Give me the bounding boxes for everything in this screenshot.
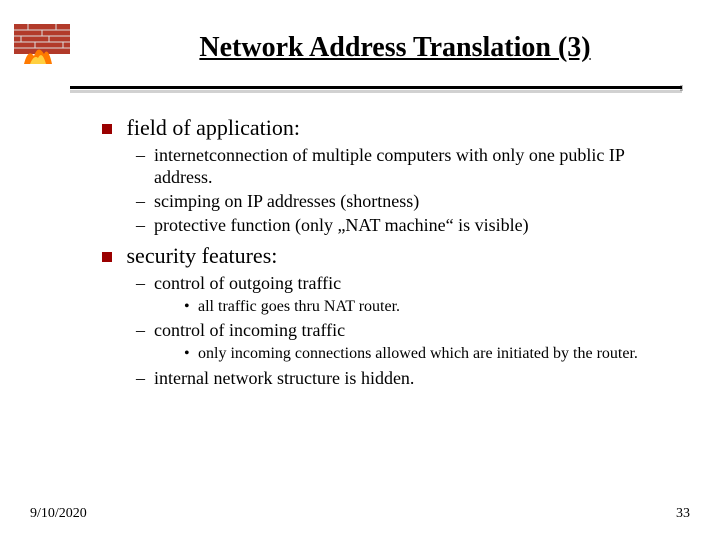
slide-body: field of application: internetconnection… bbox=[102, 115, 648, 390]
bullet-application: field of application: internetconnection… bbox=[102, 115, 648, 237]
slide: Network Address Translation (3) field of… bbox=[0, 0, 720, 540]
firewall-icon bbox=[14, 24, 70, 68]
square-bullet-icon bbox=[102, 124, 112, 134]
bullet-label: security features: bbox=[127, 243, 278, 268]
slide-title: Network Address Translation (3) bbox=[100, 32, 690, 64]
sub-item-label: control of incoming traffic bbox=[154, 320, 345, 340]
sub-item: internetconnection of multiple computers… bbox=[136, 145, 648, 189]
slide-footer: 9/10/2020 33 bbox=[30, 506, 690, 522]
sub-item: control of outgoing traffic all traffic … bbox=[136, 273, 648, 316]
dot-item: only incoming connections allowed which … bbox=[184, 344, 648, 364]
dot-item: all traffic goes thru NAT router. bbox=[184, 297, 648, 317]
title-rule bbox=[70, 86, 682, 93]
sub-item: internal network structure is hidden. bbox=[136, 368, 648, 390]
footer-date: 9/10/2020 bbox=[30, 506, 87, 522]
bullet-label: field of application: bbox=[127, 115, 301, 140]
sub-item: protective function (only „NAT machine“ … bbox=[136, 215, 648, 237]
bullet-security: security features: control of outgoing t… bbox=[102, 243, 648, 390]
sub-item: scimping on IP addresses (shortness) bbox=[136, 191, 648, 213]
square-bullet-icon bbox=[102, 252, 112, 262]
sub-item: control of incoming traffic only incomin… bbox=[136, 320, 648, 363]
footer-page-number: 33 bbox=[676, 506, 690, 522]
sub-item-label: control of outgoing traffic bbox=[154, 273, 341, 293]
